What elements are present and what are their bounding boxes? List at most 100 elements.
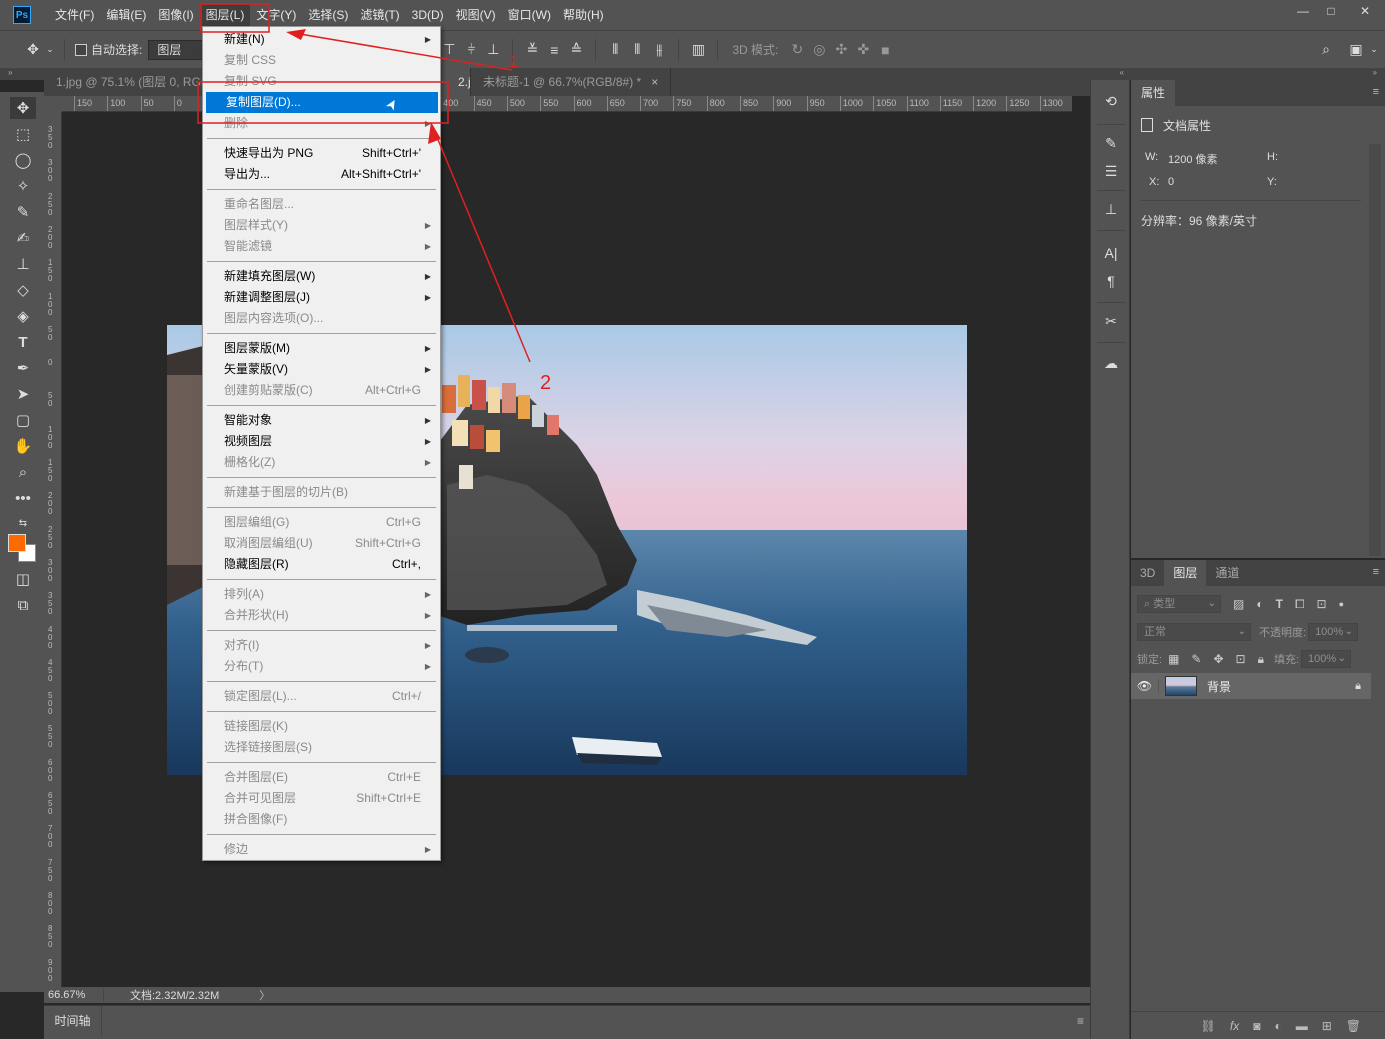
screen-mode-icon[interactable]: ⧉ xyxy=(10,594,36,616)
menu-item[interactable]: 新建填充图层(W) ▶ xyxy=(204,266,439,287)
layer-filter-dropdown[interactable]: ⌕ 类型 ⌄ xyxy=(1137,595,1221,613)
menu-item[interactable]: 复制 CSS xyxy=(204,50,439,71)
menu-item[interactable]: 图层蒙版(M) ▶ xyxy=(204,338,439,359)
auto-align-icon[interactable]: ▥ xyxy=(687,41,709,58)
magic-wand-tool-icon[interactable]: ✧ xyxy=(10,175,36,197)
timeline-menu-icon[interactable]: ≡ xyxy=(1077,1014,1084,1028)
adjustment-layer-icon[interactable]: ◐ xyxy=(1274,1019,1281,1033)
auto-select-checkbox[interactable] xyxy=(75,43,87,56)
menu-item[interactable]: 合并可见图层 Shift+Ctrl+E xyxy=(204,788,439,809)
menu-filter[interactable]: 滤镜(T) xyxy=(354,4,405,26)
3d-scale-icon[interactable]: ■ xyxy=(874,42,896,58)
menu-select[interactable]: 选择(S) xyxy=(302,4,354,26)
new-group-icon[interactable]: ▬ xyxy=(1296,1019,1308,1033)
menu-item[interactable]: 智能对象 ▶ xyxy=(204,410,439,431)
brush-settings-icon[interactable]: ✎ xyxy=(1099,132,1123,154)
workspace-icon[interactable]: ▣ xyxy=(1345,41,1367,58)
foreground-color-swatch[interactable] xyxy=(8,534,26,552)
x-value[interactable]: 0 xyxy=(1168,176,1174,188)
maximize-button[interactable]: □ xyxy=(1317,0,1345,22)
filter-shape-icon[interactable]: ⧠ xyxy=(1295,597,1305,612)
distribute-left-icon[interactable]: ⫴ xyxy=(604,41,626,58)
panel-menu-icon[interactable]: ≡ xyxy=(1373,86,1379,98)
filter-smart-object-icon[interactable]: ⊡ xyxy=(1317,597,1327,611)
lock-position-icon[interactable]: ✥ xyxy=(1213,652,1223,666)
menu-item[interactable]: 取消图层编组(U) Shift+Ctrl+G xyxy=(204,533,439,554)
menu-item[interactable]: 图层编组(G) Ctrl+G xyxy=(204,512,439,533)
panel-menu-icon[interactable]: ≡ xyxy=(1373,566,1379,578)
zoom-tool-icon[interactable]: ⌕ xyxy=(10,461,36,483)
menu-item[interactable]: 导出为... Alt+Shift+Ctrl+' xyxy=(204,164,439,185)
3d-roll-icon[interactable]: ◎ xyxy=(808,41,830,58)
menu-item[interactable]: 创建剪贴蒙版(C) Alt+Ctrl+G xyxy=(204,380,439,401)
menu-item[interactable]: 排列(A) ▶ xyxy=(204,584,439,605)
menu-edit[interactable]: 编辑(E) xyxy=(100,4,152,26)
menu-item[interactable]: 选择链接图层(S) xyxy=(204,737,439,758)
layer-row[interactable]: 👁︎ 背景 🔒︎ xyxy=(1131,673,1371,699)
3d-slide-icon[interactable]: ✜ xyxy=(852,41,874,58)
add-mask-icon[interactable]: ◙ xyxy=(1253,1019,1260,1033)
filter-adjustment-icon[interactable]: ◐ xyxy=(1256,597,1263,611)
status-menu-chevron-icon[interactable]: 〉 xyxy=(259,987,270,1003)
menu-item[interactable]: 新建调整图层(J) ▶ xyxy=(204,287,439,308)
menu-item[interactable]: 图层内容选项(O)... xyxy=(204,308,439,329)
libraries-icon[interactable]: ☁ xyxy=(1099,352,1123,374)
zoom-level-field[interactable]: 66.67% xyxy=(44,989,104,1001)
menu-layer[interactable]: 图层(L) xyxy=(199,4,251,26)
fill-field[interactable]: 100% ⌄ xyxy=(1301,650,1352,668)
3d-drag-icon[interactable]: ✣ xyxy=(830,41,852,58)
type-tool-icon[interactable]: T xyxy=(10,331,36,353)
menu-item[interactable]: 栅格化(Z) ▶ xyxy=(204,452,439,473)
menu-3d[interactable]: 3D(D) xyxy=(406,4,450,26)
opacity-field[interactable]: 100% ⌄ xyxy=(1308,623,1359,641)
menu-item[interactable]: 图层样式(Y) ▶ xyxy=(204,215,439,236)
menu-window[interactable]: 窗口(W) xyxy=(502,4,557,26)
filter-pixel-icon[interactable]: ▨ xyxy=(1233,597,1244,611)
tool-presets-icon[interactable]: ✂ xyxy=(1099,310,1123,332)
menu-item[interactable]: 新建(N) ▶ xyxy=(204,29,439,50)
close-button[interactable]: ✕ xyxy=(1345,0,1385,22)
paragraph-panel-icon[interactable]: ¶ xyxy=(1099,270,1123,292)
more-tools-icon[interactable]: ••• xyxy=(10,487,36,509)
lock-artboard-icon[interactable]: ⊡ xyxy=(1236,652,1246,666)
workspace-chevron-icon[interactable]: ⌄ xyxy=(1367,44,1381,55)
layer-name[interactable]: 背景 xyxy=(1207,678,1355,695)
menu-item[interactable]: 修边 ▶ xyxy=(204,839,439,860)
character-panel-icon[interactable]: A| xyxy=(1099,242,1123,264)
3d-rotate-icon[interactable]: ↻ xyxy=(786,41,808,58)
move-tool-icon[interactable]: ✥ xyxy=(10,97,36,119)
menu-item[interactable]: 矢量蒙版(V) ▶ xyxy=(204,359,439,380)
adjustments-panel-icon[interactable]: ☰ xyxy=(1099,160,1123,182)
delete-layer-icon[interactable]: 🗑︎ xyxy=(1346,1019,1361,1033)
rectangle-tool-icon[interactable]: ▢ xyxy=(10,409,36,431)
brush-tool-icon[interactable]: ✍ xyxy=(10,227,36,249)
menu-view[interactable]: 视图(V) xyxy=(450,4,502,26)
menu-item[interactable]: 智能滤镜 ▶ xyxy=(204,236,439,257)
tool-preset-chevron-icon[interactable]: ⌄ xyxy=(44,44,56,55)
history-panel-icon[interactable]: ⟲ xyxy=(1099,90,1123,112)
menu-item[interactable]: 合并图层(E) Ctrl+E xyxy=(204,767,439,788)
move-tool-icon[interactable]: ✥ xyxy=(22,41,44,58)
menu-item[interactable]: 分布(T) ▶ xyxy=(204,656,439,677)
lock-pixels-icon[interactable]: ✎ xyxy=(1191,652,1201,666)
align-top-icon[interactable]: ⊤ xyxy=(438,41,460,58)
toolbar-collapse-handle[interactable]: » xyxy=(0,68,44,80)
menu-image[interactable]: 图像(I) xyxy=(152,4,199,26)
menu-item[interactable]: 复制图层(D)... ➤ xyxy=(206,92,438,113)
menu-item[interactable]: 复制 SVG xyxy=(204,71,439,92)
vertical-ruler[interactable]: 350 300 250 200 150 100 50 0 50 100 150 200 250 300 35… xyxy=(44,112,62,987)
menu-item[interactable]: 拼合图像(F) xyxy=(204,809,439,830)
menu-item[interactable]: 隐藏图层(R) Ctrl+, xyxy=(204,554,439,575)
menu-item[interactable]: 对齐(I) ▶ xyxy=(204,635,439,656)
path-selection-tool-icon[interactable]: ➤ xyxy=(10,383,36,405)
distribute-hcenter-icon[interactable]: ⦀ xyxy=(626,41,648,58)
clone-stamp-tool-icon[interactable]: ⊥ xyxy=(10,253,36,275)
distribute-vcenter-icon[interactable]: ≡ xyxy=(543,42,565,58)
distribute-bottom-icon[interactable]: ≙ xyxy=(565,41,587,58)
quick-mask-icon[interactable]: ◫ xyxy=(10,568,36,590)
blend-mode-dropdown[interactable]: 正常 ⌄ xyxy=(1137,623,1251,641)
menu-item[interactable]: 合并形状(H) ▶ xyxy=(204,605,439,626)
minimize-button[interactable]: — xyxy=(1289,0,1317,22)
swap-colors-icon[interactable]: ⇆ xyxy=(10,512,36,534)
properties-scrollbar[interactable] xyxy=(1369,144,1381,556)
